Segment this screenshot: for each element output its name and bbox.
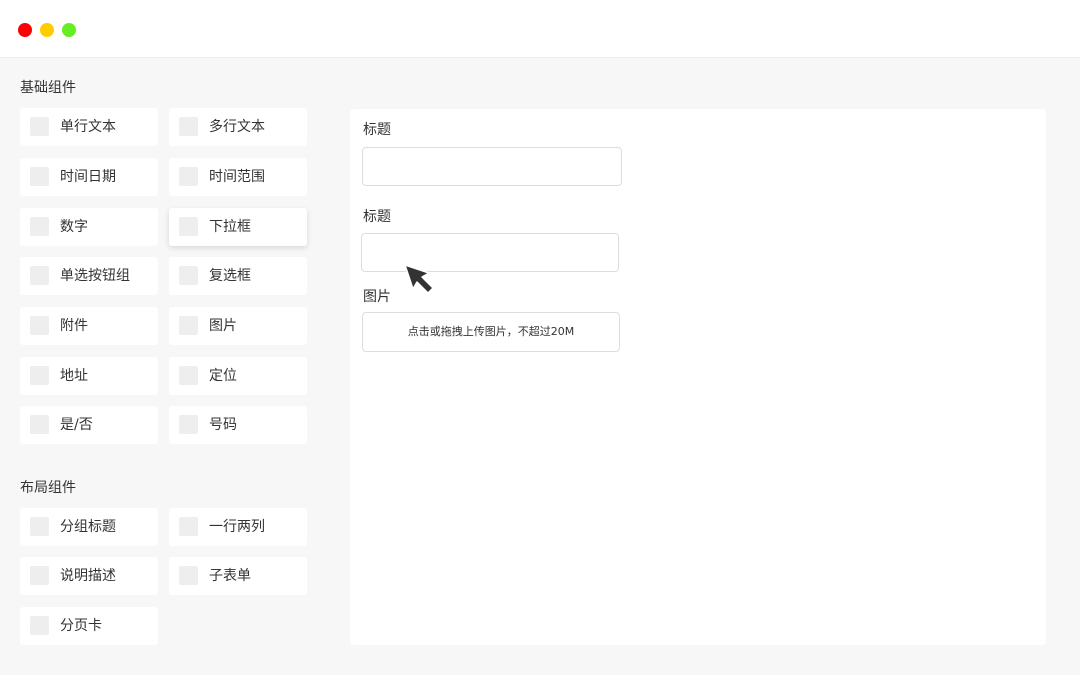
- component-subform[interactable]: 子表单: [169, 557, 307, 595]
- window-titlebar: [0, 0, 1080, 58]
- datetime-icon: [30, 167, 49, 186]
- component-two-columns[interactable]: 一行两列: [169, 508, 307, 546]
- field1-input[interactable]: [362, 147, 622, 186]
- component-description[interactable]: 说明描述: [20, 557, 158, 595]
- image-field-label: 图片: [363, 289, 391, 305]
- yes-no-icon: [30, 415, 49, 434]
- field2-input[interactable]: [361, 233, 619, 272]
- component-time-range[interactable]: 时间范围: [169, 158, 307, 196]
- component-label: 附件: [60, 318, 88, 334]
- minimize-window-button[interactable]: [40, 23, 54, 37]
- form-canvas[interactable]: [350, 109, 1046, 645]
- component-tab-card[interactable]: 分页卡: [20, 607, 158, 645]
- layout-components-heading: 布局组件: [20, 480, 76, 496]
- component-label: 数字: [60, 219, 88, 235]
- component-phone-number[interactable]: 号码: [169, 406, 307, 444]
- component-checkbox[interactable]: 复选框: [169, 257, 307, 295]
- component-label: 子表单: [209, 568, 251, 584]
- component-label: 一行两列: [209, 519, 265, 535]
- component-label: 下拉框: [209, 219, 251, 235]
- tab-card-icon: [30, 616, 49, 635]
- component-label: 分组标题: [60, 519, 116, 535]
- image-upload-area[interactable]: 点击或拖拽上传图片，不超过20M: [362, 312, 620, 352]
- radio-group-icon: [30, 266, 49, 285]
- component-dropdown[interactable]: 下拉框: [169, 208, 307, 246]
- component-label: 时间日期: [60, 169, 116, 185]
- description-icon: [30, 566, 49, 585]
- component-yes-no[interactable]: 是/否: [20, 406, 158, 444]
- component-attachment[interactable]: 附件: [20, 307, 158, 345]
- component-datetime[interactable]: 时间日期: [20, 158, 158, 196]
- location-icon: [179, 366, 198, 385]
- basic-components-heading: 基础组件: [20, 80, 76, 96]
- single-line-text-icon: [30, 117, 49, 136]
- number-icon: [30, 217, 49, 236]
- image-icon: [179, 316, 198, 335]
- component-multi-line-text[interactable]: 多行文本: [169, 108, 307, 146]
- multi-line-text-icon: [179, 117, 198, 136]
- component-label: 单行文本: [60, 119, 116, 135]
- field2-label: 标题: [363, 209, 391, 225]
- attachment-icon: [30, 316, 49, 335]
- component-label: 单选按钮组: [60, 268, 130, 284]
- time-range-icon: [179, 167, 198, 186]
- component-radio-group[interactable]: 单选按钮组: [20, 257, 158, 295]
- field1-label: 标题: [363, 122, 391, 138]
- subform-icon: [179, 566, 198, 585]
- component-image[interactable]: 图片: [169, 307, 307, 345]
- checkbox-icon: [179, 266, 198, 285]
- component-label: 定位: [209, 368, 237, 384]
- maximize-window-button[interactable]: [62, 23, 76, 37]
- component-location[interactable]: 定位: [169, 357, 307, 395]
- dropdown-icon: [179, 217, 198, 236]
- phone-number-icon: [179, 415, 198, 434]
- component-label: 分页卡: [60, 618, 102, 634]
- component-label: 是/否: [60, 417, 93, 433]
- group-title-icon: [30, 517, 49, 536]
- component-label: 图片: [209, 318, 237, 334]
- component-label: 时间范围: [209, 169, 265, 185]
- component-label: 多行文本: [209, 119, 265, 135]
- close-window-button[interactable]: [18, 23, 32, 37]
- two-columns-icon: [179, 517, 198, 536]
- component-address[interactable]: 地址: [20, 357, 158, 395]
- component-label: 说明描述: [60, 568, 116, 584]
- arrow-cursor-icon: [404, 264, 434, 294]
- component-group-title[interactable]: 分组标题: [20, 508, 158, 546]
- component-single-line-text[interactable]: 单行文本: [20, 108, 158, 146]
- component-label: 复选框: [209, 268, 251, 284]
- component-label: 地址: [60, 368, 88, 384]
- component-number[interactable]: 数字: [20, 208, 158, 246]
- component-label: 号码: [209, 417, 237, 433]
- address-icon: [30, 366, 49, 385]
